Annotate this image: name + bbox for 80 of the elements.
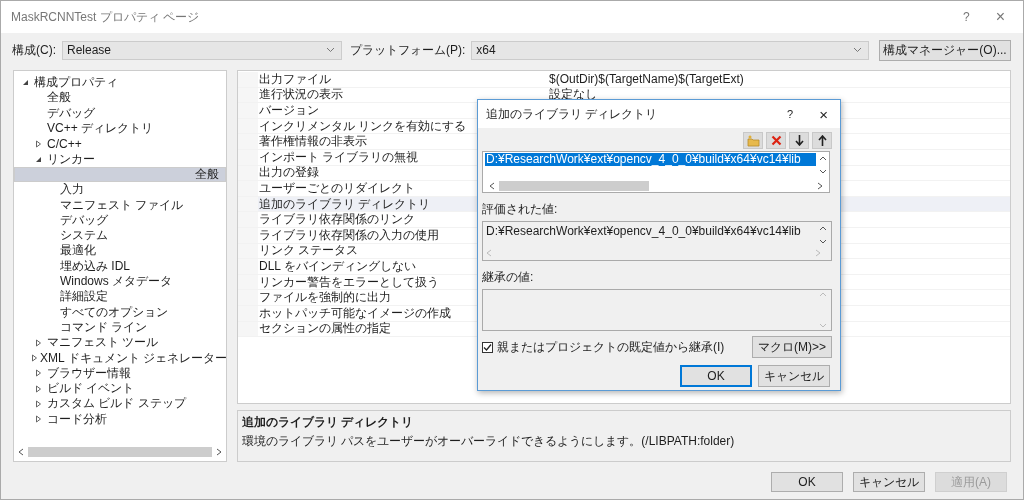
tree-item[interactable]: 最適化 — [14, 243, 226, 259]
tree-item[interactable]: 埋め込み IDL — [14, 258, 226, 274]
dialog-button[interactable]: OK — [771, 472, 843, 492]
property-name: 出力ファイル — [259, 71, 331, 86]
window-title: MaskRCNNTest プロパティ ページ — [11, 8, 200, 26]
platform-label: プラットフォーム(P): — [350, 41, 466, 59]
description-text: 環境のライブラリ パスをユーザーがオーバーライドできるようにします。(/LIBPATH:folder) — [242, 433, 736, 450]
property-name: DLL をバインディングしない — [259, 258, 416, 273]
tree-item[interactable]: Windows メタデータ — [14, 273, 226, 290]
tree-item[interactable]: 全般 — [14, 90, 226, 106]
scroll-right-icon[interactable] — [817, 181, 823, 190]
property-value: $(OutDir)$(TargetName)$(TargetExt) — [549, 72, 744, 87]
property-name: セクションの属性の指定 — [259, 321, 391, 336]
vertical-scroll-icon[interactable] — [819, 224, 827, 246]
tree-item[interactable]: C/C++ — [14, 136, 226, 152]
move-up-icon[interactable] — [812, 132, 832, 149]
property-name: 出力の登録 — [259, 165, 319, 180]
checkbox-label: 親またはプロジェクトの既定値から継承(I) — [497, 338, 725, 356]
property-name: バージョン — [259, 103, 319, 117]
close-button[interactable]: × — [995, 8, 1005, 26]
delete-icon[interactable] — [766, 132, 786, 149]
tree-item[interactable]: システム — [14, 227, 226, 244]
scrollbar-thumb[interactable] — [499, 180, 649, 191]
description-title: 追加のライブラリ ディレクトリ — [242, 414, 415, 431]
tree-item[interactable]: ビルド イベント — [14, 380, 226, 397]
property-name: リンク ステータス — [259, 243, 359, 258]
vertical-scroll-icon — [819, 290, 827, 330]
tree-item[interactable]: 詳細設定 — [14, 289, 226, 305]
property-name: ユーザーごとのリダイレクト — [259, 180, 415, 195]
property-name: 進行状況の表示 — [259, 87, 343, 102]
chevron-down-icon — [853, 47, 862, 53]
configuration-manager-button[interactable]: 構成マネージャー(O)... — [879, 39, 1011, 61]
property-name: 追加のライブラリ ディレクトリ — [259, 196, 431, 211]
property-row[interactable]: 出力ファイル $(OutDir)$(TargetName)$(TargetExt) — [238, 72, 1010, 88]
ok-button[interactable]: OK — [680, 365, 752, 387]
property-name: リンカー警告をエラーとして扱う — [259, 274, 439, 289]
tree-item[interactable]: コマンド ライン — [14, 319, 226, 336]
tree-item[interactable]: ブラウザー情報 — [14, 365, 226, 381]
tree-item[interactable]: 構成プロパティ — [14, 75, 226, 91]
cancel-button[interactable]: キャンセル — [758, 365, 830, 387]
platform-dropdown[interactable]: x64 — [471, 40, 869, 60]
tree-item[interactable]: デバッグ — [14, 212, 226, 228]
tree-item[interactable]: コード分析 — [14, 411, 226, 427]
tree-item[interactable]: デバッグ — [14, 105, 226, 121]
scrollbar-thumb[interactable] — [28, 447, 212, 457]
property-name: ファイルを強制的に出力 — [259, 290, 391, 305]
scroll-left-icon — [486, 249, 492, 257]
scroll-right-icon — [815, 249, 821, 257]
move-down-icon[interactable] — [789, 132, 809, 149]
tree-item[interactable]: マニフェスト ファイル — [14, 197, 226, 213]
tree-item[interactable]: リンカー — [14, 151, 226, 167]
collapsed-arrow-icon[interactable] — [34, 139, 42, 148]
expanded-arrow-icon[interactable] — [21, 79, 29, 87]
inherit-checkbox[interactable] — [482, 341, 493, 353]
tree-item[interactable]: 入力 — [14, 182, 226, 198]
property-name: インポート ライブラリの無視 — [259, 149, 419, 164]
property-name: インクリメンタル リンクを有効にする — [259, 118, 467, 133]
tree-item[interactable]: 全般 — [14, 166, 226, 183]
dialog-button[interactable]: キャンセル — [853, 472, 925, 492]
tree-item[interactable]: マニフェスト ツール — [14, 335, 226, 351]
help-button[interactable]: ? — [787, 108, 794, 120]
configuration-dropdown[interactable]: Release — [62, 40, 342, 60]
property-name: 著作権情報の非表示 — [259, 134, 367, 149]
tree-item[interactable]: すべてのオプション — [14, 304, 226, 320]
tree-item[interactable]: XML ドキュメント ジェネレーター — [14, 350, 226, 366]
chevron-down-icon — [326, 47, 335, 53]
configuration-label: 構成(C): — [12, 41, 56, 59]
vertical-scroll-icon[interactable] — [819, 154, 827, 176]
property-name: ホットパッチ可能なイメージの作成 — [259, 305, 451, 320]
help-button[interactable]: ? — [962, 10, 970, 24]
property-name: ライブラリ依存関係の入力の使用 — [259, 227, 439, 242]
tree-item[interactable]: カスタム ビルド ステップ — [14, 396, 226, 412]
expanded-arrow-icon[interactable] — [34, 155, 42, 163]
directory-entry[interactable]: D:¥ResearchWork¥ext¥opencv_4_0_0¥build¥x64¥vc14¥lib — [485, 153, 816, 166]
scroll-right-icon[interactable] — [216, 448, 222, 456]
tree-item[interactable]: VC++ ディレクトリ — [14, 120, 226, 137]
scroll-left-icon[interactable] — [18, 448, 24, 456]
property-name: ライブラリ依存関係のリンク — [259, 212, 415, 227]
macro-button[interactable]: マクロ(M)>> — [752, 336, 832, 358]
scroll-left-icon[interactable] — [489, 181, 495, 190]
